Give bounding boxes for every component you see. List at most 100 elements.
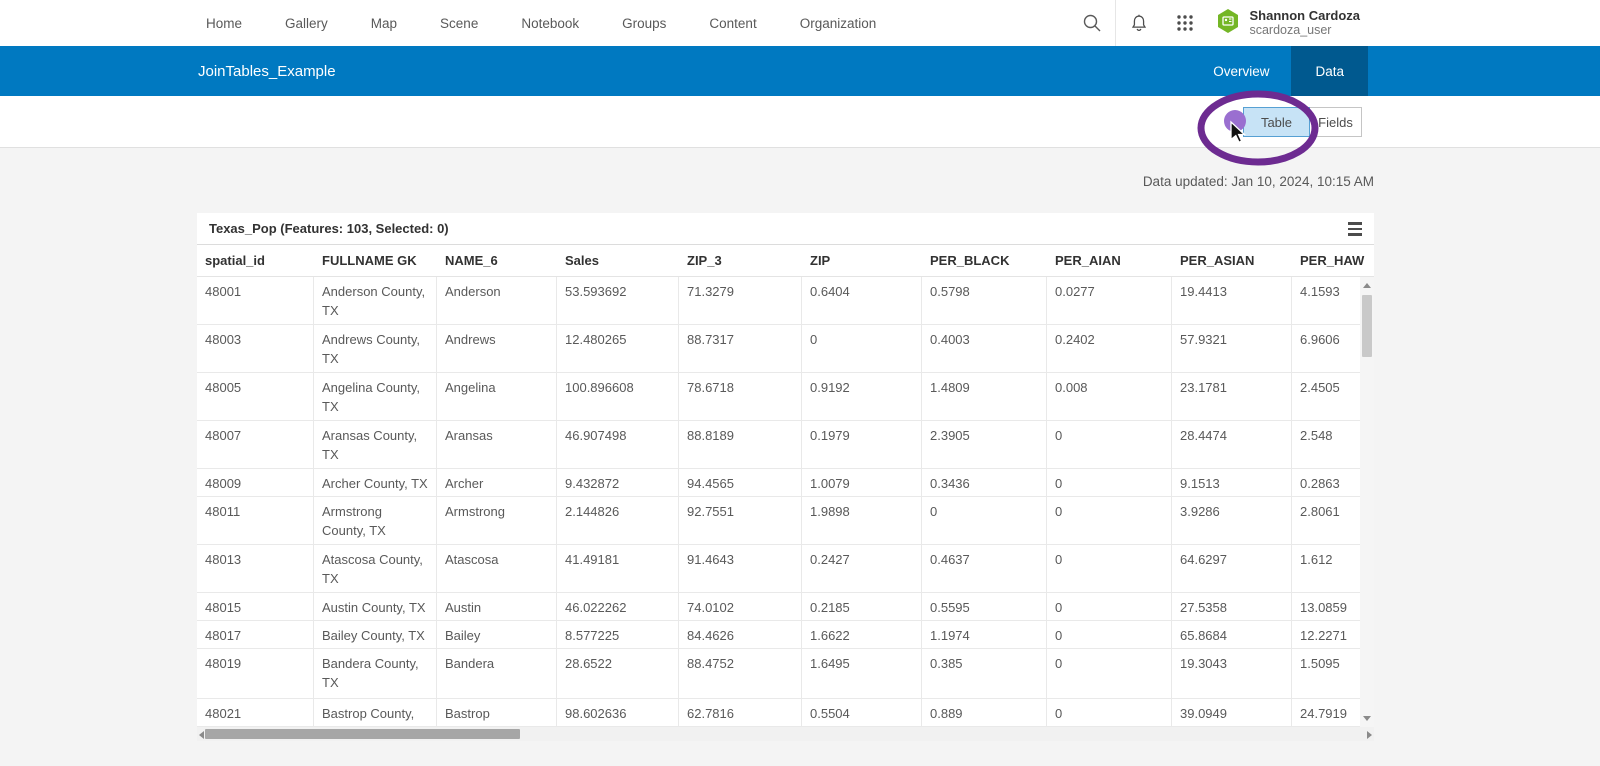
column-header[interactable]: Sales (557, 253, 679, 268)
column-header[interactable]: PER_HAW (1292, 253, 1374, 268)
nav-item-scene[interactable]: Scene (440, 16, 478, 31)
table-cell: Atascosa County, TX (314, 545, 437, 592)
table-row[interactable]: 48015 Austin County, TX Austin 46.022262 74.… (197, 593, 1360, 621)
column-header[interactable]: NAME_6 (437, 253, 557, 268)
nav-item-organization[interactable]: Organization (800, 16, 877, 31)
table-cell: Atascosa (437, 545, 557, 592)
table-cell: Anderson (437, 277, 557, 324)
table-options-menu-icon[interactable] (1346, 220, 1364, 238)
table-row[interactable]: 48021Bastrop County, TXBastrop98.6026366… (197, 699, 1360, 727)
table-cell: Archer County, TX (314, 469, 437, 496)
table-cell: 88.8189 (679, 421, 802, 468)
notifications-bell-icon[interactable] (1116, 0, 1162, 46)
scroll-left-arrow-icon[interactable] (199, 731, 204, 739)
column-header[interactable]: PER_AIAN (1047, 253, 1172, 268)
fields-toggle-button[interactable]: Fields (1310, 107, 1362, 137)
table-cell: 48021 (197, 699, 314, 726)
table-cell: 24.7919 (1300, 706, 1347, 721)
table-cell: 62.7816 (679, 699, 802, 726)
banner-tabs: Overview Data (1191, 46, 1368, 96)
table-cell: 100.896608 (557, 373, 679, 420)
table-cell: 0 (802, 325, 922, 372)
table-cell: 88.4752 (679, 649, 802, 698)
nav-item-groups[interactable]: Groups (622, 16, 666, 31)
tab-data[interactable]: Data (1291, 46, 1368, 96)
table-cell: 0 (922, 497, 1047, 544)
table-cell: 0.385 (922, 649, 1047, 698)
nav-item-content[interactable]: Content (709, 16, 756, 31)
table-cell: 4.1593 (1300, 284, 1340, 299)
table-cell: 28.6522 (557, 649, 679, 698)
table-row[interactable]: 48003 Andrews County, TX Andrews 12.480265 8… (197, 325, 1360, 373)
table-cell: 9.432872 (557, 469, 679, 496)
table-cell: 53.593692 (557, 277, 679, 324)
table-cell: 0.1979 (802, 421, 922, 468)
table-cell: 27.5358 (1172, 593, 1292, 620)
nav-item-notebook[interactable]: Notebook (521, 16, 579, 31)
table-cell: 0.4003 (922, 325, 1047, 372)
table-row[interactable]: 48001 Anderson County, TX Anderson 53.59369… (197, 277, 1360, 325)
table-cell: 2.8061 (1300, 504, 1340, 519)
table-row[interactable]: 48005 Angelina County, TX Angelina 100.8966… (197, 373, 1360, 421)
table-row[interactable]: 48007 Aransas County, TX Aransas 46.907498 8… (197, 421, 1360, 469)
table-cell: 64.6297 (1172, 545, 1292, 592)
table-cell: 92.7551 (679, 497, 802, 544)
search-icon[interactable] (1069, 0, 1115, 46)
table-cell: 48015 (197, 593, 314, 620)
column-header[interactable]: PER_ASIAN (1172, 253, 1292, 268)
table-cell: 74.0102 (679, 593, 802, 620)
column-header[interactable]: PER_BLACK (922, 253, 1047, 268)
table-row[interactable]: 48017 Bailey County, TX Bailey 8.577225 84.4… (197, 621, 1360, 649)
table-cell: 0 (1047, 469, 1172, 496)
table-cell: 46.022262 (557, 593, 679, 620)
table-cell: Bastrop County, TX (314, 699, 437, 726)
table-cell: 0.5595 (922, 593, 1047, 620)
table-row[interactable]: 48011 Armstrong County, TX Armstrong 2.1448… (197, 497, 1360, 545)
user-username: scardoza_user (1249, 23, 1332, 37)
horizontal-scrollbar-thumb[interactable] (205, 729, 520, 739)
table-cell: 1.6495 (802, 649, 922, 698)
table-row[interactable]: 48013 Atascosa County, TX Atascosa 41.49181… (197, 545, 1360, 593)
table-cell: 91.4643 (679, 545, 802, 592)
table-cell: 48019 (197, 649, 314, 698)
table-cell: 48001 (197, 277, 314, 324)
table-cell: Bailey County, TX (314, 621, 437, 648)
table-cell: 1.0079 (802, 469, 922, 496)
table-cell: 1.612 (1300, 552, 1333, 567)
table-row[interactable]: 48019 Bandera County, TX Bandera 28.6522 88.… (197, 649, 1360, 699)
scroll-up-arrow-icon[interactable] (1363, 283, 1371, 288)
table-cell: 0.3436 (922, 469, 1047, 496)
column-header[interactable]: ZIP_3 (679, 253, 802, 268)
data-updated-status: Data updated: Jan 10, 2024, 10:15 AM (1142, 174, 1374, 189)
column-header[interactable]: FULLNAME GK (314, 253, 437, 268)
scroll-right-arrow-icon[interactable] (1367, 731, 1372, 739)
table-cell: 48017 (197, 621, 314, 648)
horizontal-scrollbar[interactable] (197, 727, 1374, 741)
table-cell: 94.4565 (679, 469, 802, 496)
table-cell: Bandera County, TX (314, 649, 437, 698)
tab-overview[interactable]: Overview (1191, 46, 1291, 96)
column-header[interactable]: ZIP (802, 253, 922, 268)
nav-item-gallery[interactable]: Gallery (285, 16, 328, 31)
nav-item-home[interactable]: Home (206, 16, 242, 31)
user-menu[interactable]: Shannon Cardoza scardoza_user (1216, 8, 1360, 39)
table-title-bar: Texas_Pop (Features: 103, Selected: 0) (197, 213, 1374, 245)
scroll-down-arrow-icon[interactable] (1363, 716, 1371, 721)
table-toggle-button[interactable]: Table (1243, 107, 1310, 137)
table-cell: 0 (1047, 649, 1172, 698)
table-cell: 3.9286 (1172, 497, 1292, 544)
table-cell: Archer (437, 469, 557, 496)
column-header[interactable]: spatial_id (197, 253, 314, 268)
vertical-scrollbar[interactable] (1360, 277, 1374, 727)
table-cell: 1.5095 (1300, 656, 1340, 671)
nav-item-map[interactable]: Map (371, 16, 397, 31)
table-cell: 88.7317 (679, 325, 802, 372)
table-cell: 0.6404 (802, 277, 922, 324)
vertical-scrollbar-thumb[interactable] (1362, 295, 1372, 357)
table-cell: 12.480265 (557, 325, 679, 372)
table-cell: 2.548 (1300, 428, 1333, 443)
app-launcher-grid-icon[interactable] (1162, 0, 1208, 46)
table-cell: 0 (1047, 421, 1172, 468)
table-cell: 0 (1047, 593, 1172, 620)
table-row[interactable]: 48009 Archer County, TX Archer 9.432872 94.4… (197, 469, 1360, 497)
